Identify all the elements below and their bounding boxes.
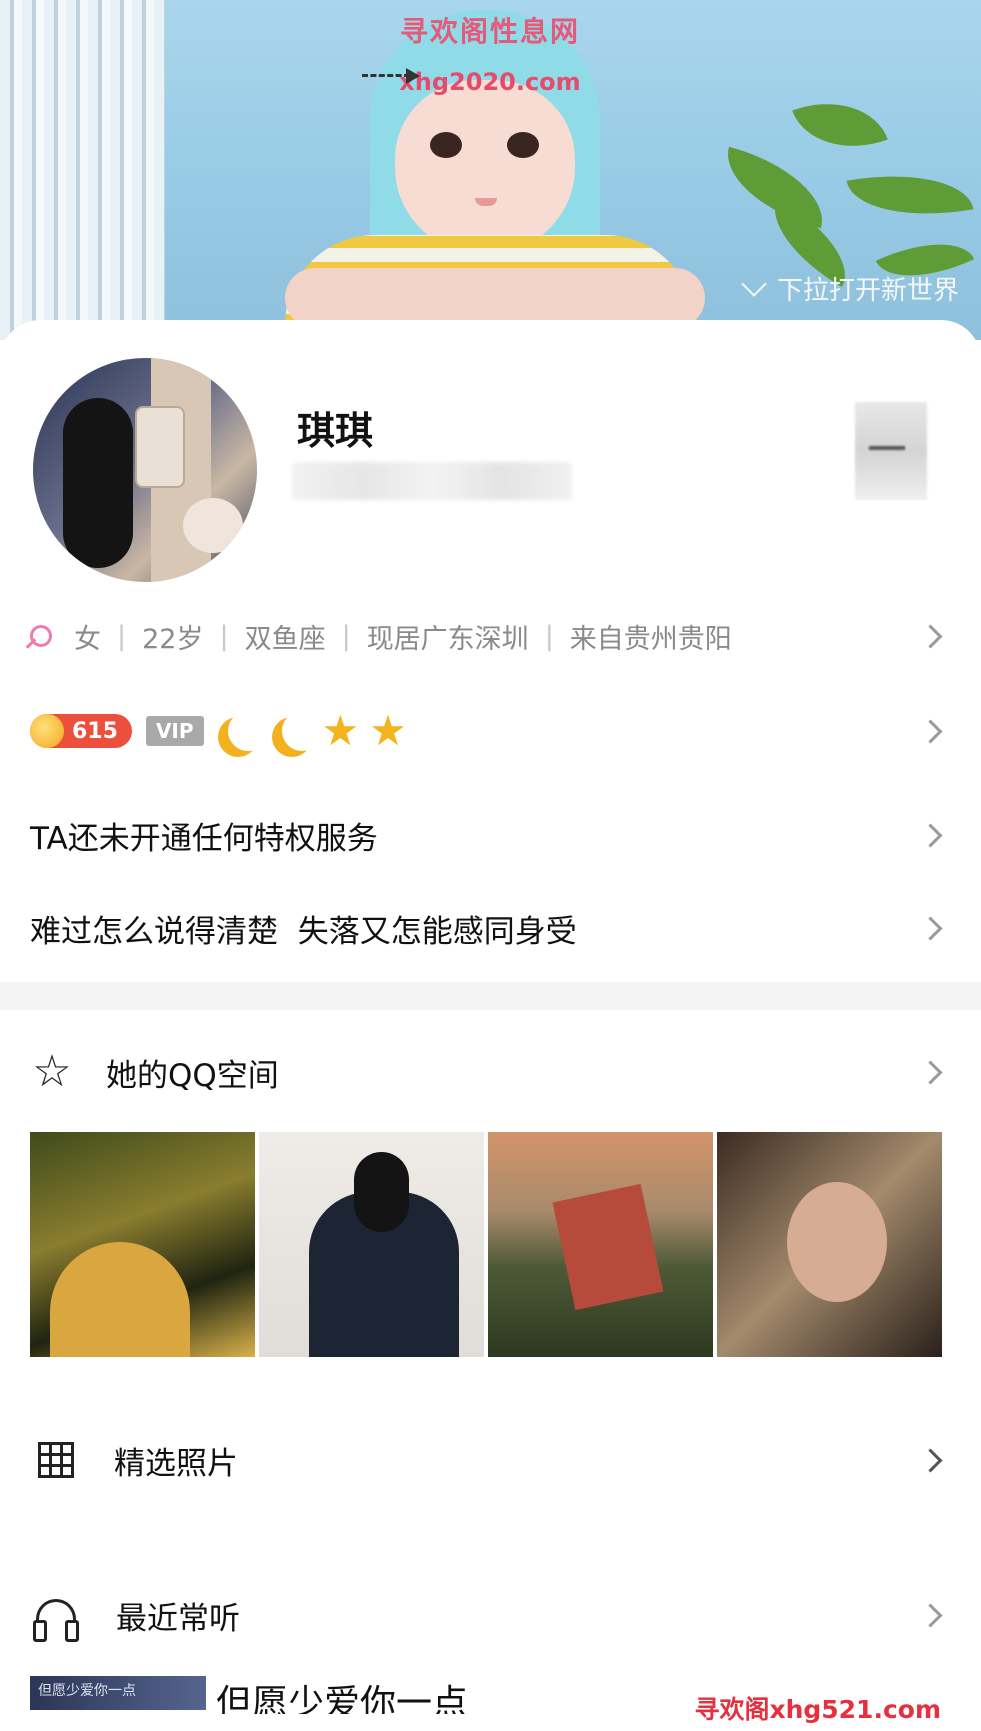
recent-music-label: 最近常听 — [116, 1600, 240, 1637]
plant-leaf — [792, 83, 888, 167]
qzone-photo-strip — [30, 1132, 942, 1357]
pull-down-hint[interactable]: 下拉打开新世界 — [741, 270, 959, 307]
moon-icon — [282, 711, 322, 751]
character-left-eye — [430, 132, 462, 158]
profile-cover-banner[interactable]: 寻欢阁性息网 xhg2020.com 下拉打开新世界 — [0, 0, 981, 340]
watermark-top: 寻欢阁性息网 xhg2020.com — [350, 10, 630, 96]
moon-icon — [228, 711, 268, 751]
character-mouth — [475, 198, 497, 206]
coin-badge: 615 — [30, 714, 132, 748]
info-hometown: 来自贵州贵阳 — [569, 623, 732, 655]
recent-music-row[interactable]: 最近常听 — [30, 1580, 951, 1650]
qzone-label: 她的QQ空间 — [106, 1057, 279, 1094]
signature-row[interactable]: 难过怎么说得清楚 失落又怎能感同身受 — [30, 893, 951, 963]
avatar-character-face — [395, 80, 575, 255]
blurred-account-info — [292, 462, 572, 500]
info-age: 22岁 — [142, 623, 204, 655]
avatar-photo-phone — [135, 406, 185, 488]
arrowhead-icon — [406, 68, 420, 84]
avatar-photo-toy — [183, 498, 243, 553]
privilege-label: TA还未开通任何特权服务 — [30, 820, 378, 857]
character-right-eye — [507, 132, 539, 158]
watermark-top-title: 寻欢阁性息网 — [399, 15, 580, 48]
qzone-star-icon: ☆ — [32, 1046, 72, 1097]
photo-figure — [50, 1242, 190, 1357]
chevron-right-icon — [918, 1059, 943, 1085]
vip-badge: VIP — [145, 716, 204, 746]
song-cover: 但愿少爱你一点 — [30, 1676, 206, 1710]
chevron-right-icon — [918, 915, 943, 941]
chevron-down-icon — [741, 271, 767, 297]
featured-photos-row[interactable]: 精选照片 — [30, 1420, 951, 1500]
privilege-row[interactable]: TA还未开通任何特权服务 — [30, 800, 951, 870]
chevron-right-icon — [918, 623, 943, 649]
qzone-photo[interactable] — [30, 1132, 255, 1357]
chevron-right-icon — [918, 1447, 943, 1473]
chevron-right-icon — [918, 1602, 943, 1628]
info-separator: | — [117, 620, 127, 652]
grid-icon — [38, 1442, 74, 1478]
star-icon: ★ — [369, 706, 407, 755]
pull-down-hint-label: 下拉打开新世界 — [776, 276, 959, 306]
info-separator: | — [341, 620, 351, 652]
info-separator: | — [219, 620, 229, 652]
profile-info-row[interactable]: 女 | 22岁 | 双鱼座 | 现居广东深圳 | 来自贵州贵阳 — [30, 612, 951, 660]
song-title: 但愿少爱你一点 — [216, 1683, 469, 1714]
watermark-bottom: 寻欢阁xhg521.com — [694, 1695, 941, 1724]
signature-text: 难过怎么说得清楚 失落又怎能感同身受 — [30, 913, 577, 950]
section-divider — [0, 982, 981, 1010]
photo-swing — [552, 1183, 664, 1311]
arrow-icon — [362, 74, 410, 83]
qzone-row[interactable]: ☆ 她的QQ空间 — [30, 1040, 951, 1104]
character-arms — [285, 268, 705, 328]
qzone-photo[interactable] — [259, 1132, 484, 1357]
profile-name: 琪琪 — [297, 409, 374, 453]
avatar[interactable] — [33, 358, 257, 582]
coin-count: 615 — [72, 718, 118, 744]
info-constellation: 双鱼座 — [244, 623, 326, 655]
featured-photos-label: 精选照片 — [114, 1445, 238, 1482]
info-location: 现居广东深圳 — [366, 623, 529, 655]
badges-row[interactable]: 615 VIP ★ ★ — [30, 706, 951, 756]
photo-head — [354, 1152, 409, 1232]
info-separator: | — [544, 620, 554, 652]
photo-face — [787, 1182, 887, 1302]
star-icon: ★ — [321, 706, 360, 755]
chevron-right-icon — [918, 822, 943, 848]
qzone-photo[interactable] — [488, 1132, 713, 1357]
headphone-icon — [33, 1598, 79, 1642]
female-gender-icon — [30, 625, 52, 647]
info-gender: 女 — [74, 623, 101, 655]
curtain-decoration — [0, 0, 165, 340]
blurred-action-button[interactable] — [855, 402, 927, 500]
plant-leaf — [846, 159, 974, 231]
avatar-photo-hair — [63, 398, 133, 568]
qzone-photo[interactable] — [717, 1132, 942, 1357]
coin-icon — [30, 714, 64, 748]
chevron-right-icon — [918, 718, 943, 744]
